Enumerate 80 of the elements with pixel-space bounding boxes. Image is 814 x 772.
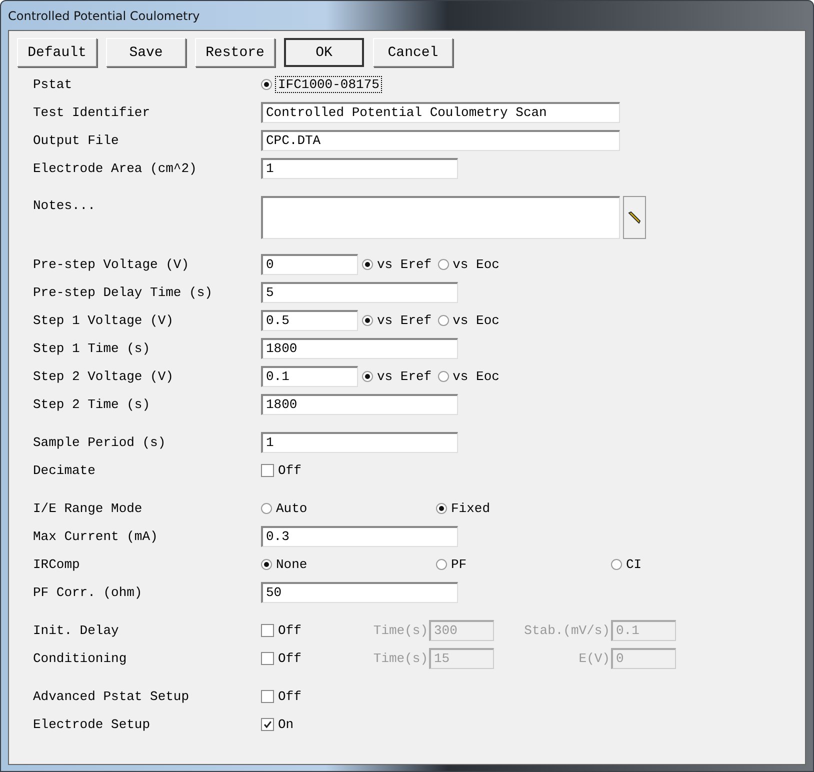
radio-button[interactable] bbox=[362, 314, 373, 326]
field-label: Advanced Pstat Setup bbox=[33, 688, 190, 704]
field-label: PF Corr. (ohm) bbox=[33, 584, 144, 600]
radio-button[interactable] bbox=[436, 502, 447, 514]
radio-button[interactable] bbox=[362, 258, 373, 270]
field-label: Step 1 Voltage (V) bbox=[33, 312, 174, 328]
radio-button[interactable] bbox=[611, 558, 622, 570]
option-label: Auto bbox=[276, 500, 308, 516]
checkbox[interactable] bbox=[261, 652, 274, 664]
field-label: Time(s) bbox=[372, 622, 428, 638]
field-label: Notes... bbox=[33, 198, 96, 213]
option-label: Off bbox=[278, 462, 302, 478]
radio-button[interactable] bbox=[261, 502, 272, 514]
option-label: Off bbox=[278, 622, 302, 638]
radio-button[interactable] bbox=[261, 558, 272, 570]
option-label: Off bbox=[278, 650, 302, 666]
field-label: Step 1 Time (s) bbox=[33, 340, 152, 356]
dialog-button[interactable]: Save bbox=[106, 38, 186, 67]
radio-button[interactable] bbox=[438, 370, 449, 382]
radio-button[interactable] bbox=[436, 558, 447, 570]
field-label: Test Identifier bbox=[33, 104, 152, 120]
field-label: Decimate bbox=[33, 462, 96, 478]
field-label: Output File bbox=[33, 132, 120, 148]
field-label: Pre-step Voltage (V) bbox=[33, 256, 190, 272]
option-label: Off bbox=[278, 688, 302, 704]
field-label: Time(s) bbox=[372, 650, 428, 666]
option-label: vs Eref bbox=[377, 368, 432, 384]
field-label: Electrode Area (cm^2) bbox=[33, 160, 198, 176]
window-title: Controlled Potential Coulometry bbox=[8, 8, 200, 22]
text-field[interactable]: 5 bbox=[261, 282, 458, 302]
text-field[interactable]: 1800 bbox=[261, 338, 458, 358]
text-field[interactable]: 1 bbox=[261, 158, 458, 178]
text-field[interactable]: 0 bbox=[261, 254, 358, 274]
field-label: Max Current (mA) bbox=[33, 528, 159, 544]
notes-field[interactable] bbox=[261, 196, 620, 239]
checkbox[interactable] bbox=[261, 718, 274, 730]
text-field[interactable]: 0.1 bbox=[261, 366, 358, 386]
text-field[interactable]: 0.5 bbox=[261, 310, 358, 330]
field-label: I/E Range Mode bbox=[33, 500, 144, 516]
field-label: Pstat bbox=[33, 76, 74, 92]
option-label: vs Eoc bbox=[452, 256, 500, 272]
dialog-button[interactable]: Cancel bbox=[373, 38, 453, 67]
field-label: Pre-step Delay Time (s) bbox=[33, 284, 214, 300]
field-label: E(V) bbox=[578, 650, 610, 666]
option-label: PF bbox=[451, 556, 467, 572]
field-label: Sample Period (s) bbox=[33, 434, 167, 450]
radio-button[interactable] bbox=[362, 370, 373, 382]
checkbox[interactable] bbox=[261, 624, 274, 636]
option-label: vs Eoc bbox=[452, 368, 500, 384]
text-field[interactable]: 0.3 bbox=[261, 526, 458, 546]
option-label: IFC1000-08175 bbox=[276, 76, 382, 92]
edit-button[interactable] bbox=[623, 196, 646, 239]
text-field[interactable]: 1 bbox=[261, 432, 458, 452]
option-label: CI bbox=[626, 556, 642, 572]
dialog-button[interactable]: Restore bbox=[195, 38, 275, 67]
radio-button[interactable] bbox=[261, 78, 272, 90]
field-label: IRComp bbox=[33, 556, 81, 572]
field-label: Step 2 Voltage (V) bbox=[33, 368, 174, 384]
text-field[interactable]: 1800 bbox=[261, 394, 458, 414]
field-label: Step 2 Time (s) bbox=[33, 396, 152, 412]
option-label: vs Eref bbox=[377, 256, 432, 272]
option-label: vs Eref bbox=[377, 312, 432, 328]
radio-button[interactable] bbox=[438, 314, 449, 326]
text-field[interactable]: CPC.DTA bbox=[261, 130, 620, 150]
option-label: On bbox=[278, 716, 294, 732]
dialog-button[interactable]: OK bbox=[284, 38, 364, 67]
radio-button[interactable] bbox=[438, 258, 449, 270]
option-label: Fixed bbox=[451, 500, 490, 516]
checkbox[interactable] bbox=[261, 690, 274, 702]
field-label: Electrode Setup bbox=[33, 716, 152, 732]
field-label: Conditioning bbox=[33, 650, 128, 666]
checkbox[interactable] bbox=[261, 464, 274, 476]
field-label: Init. Delay bbox=[33, 622, 120, 638]
dialog-button[interactable]: Default bbox=[17, 38, 97, 67]
text-field[interactable]: 50 bbox=[261, 582, 458, 602]
option-label: None bbox=[276, 556, 308, 572]
pen-icon bbox=[626, 210, 642, 226]
option-label: vs Eoc bbox=[452, 312, 500, 328]
field-label: Stab.(mV/s) bbox=[523, 622, 610, 638]
text-field[interactable]: Controlled Potential Coulometry Scan bbox=[261, 102, 620, 122]
